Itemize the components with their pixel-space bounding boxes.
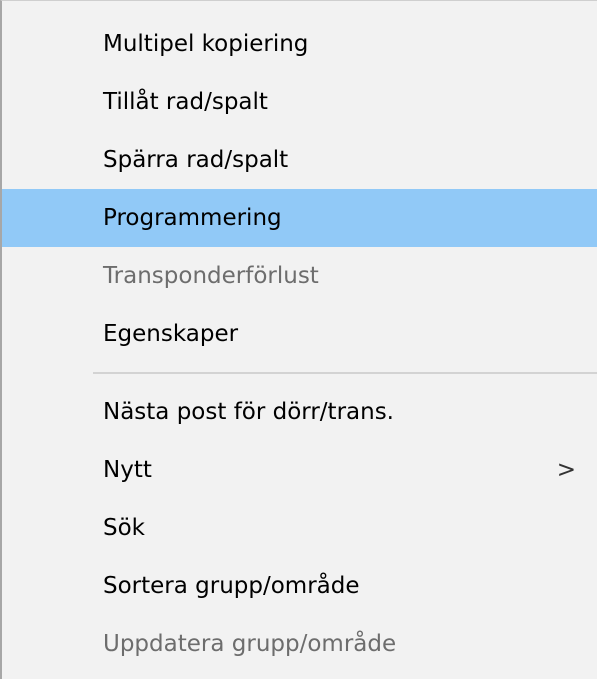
context-menu: Multipel kopiering Tillåt rad/spalt Spär… [0, 0, 597, 679]
menu-item-sortera-grupp-omrade[interactable]: Sortera grupp/område [2, 557, 597, 615]
menu-separator [93, 372, 597, 374]
menu-item-sparra-rad-spalt[interactable]: Spärra rad/spalt [2, 131, 597, 189]
menu-item-sok[interactable]: Sök [2, 499, 597, 557]
menu-item-multipel-kopiering[interactable]: Multipel kopiering [2, 15, 597, 73]
chevron-right-icon: > [556, 457, 576, 483]
menu-item-uppdatera-grupp-omrade: Uppdatera grupp/område [103, 631, 397, 657]
menu-item-tillat-rad-spalt[interactable]: Tillåt rad/spalt [2, 73, 597, 131]
menu-item-transponderforlust: Transponderförlust [103, 263, 319, 289]
menu-list: Multipel kopiering Tillåt rad/spalt Spär… [2, 15, 597, 673]
menu-item-nytt-label: Nytt [103, 457, 152, 483]
menu-item-programmering[interactable]: Programmering [2, 189, 597, 247]
menu-item-egenskaper[interactable]: Egenskaper [2, 305, 597, 363]
menu-item-nasta-post[interactable]: Nästa post för dörr/trans. [2, 383, 597, 441]
menu-item-nytt[interactable]: Nytt > [2, 441, 597, 499]
